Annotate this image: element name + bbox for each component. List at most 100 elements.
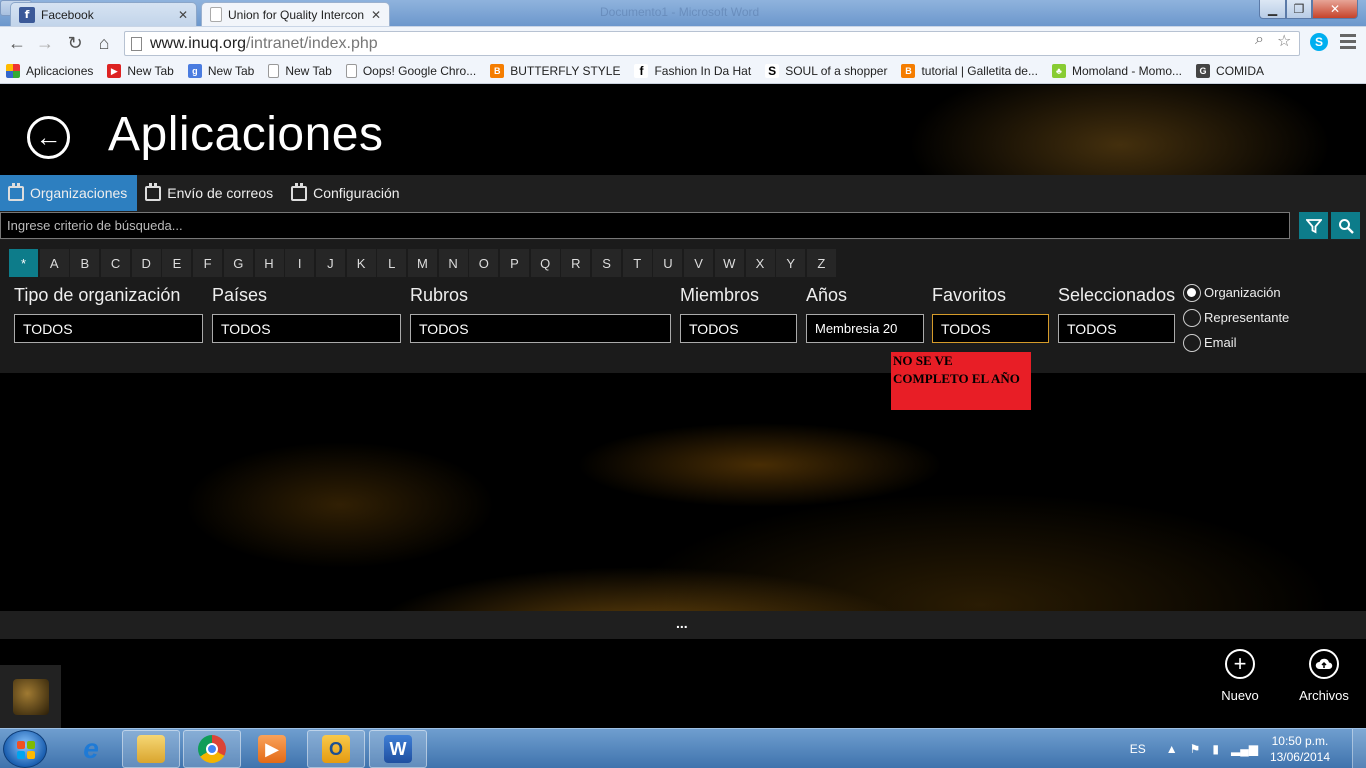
address-bar[interactable]: www.inuq.org /intranet/index.php <box>124 31 1300 56</box>
skype-icon[interactable]: S <box>1310 33 1328 51</box>
radio-representante[interactable]: Representante <box>1183 305 1289 330</box>
paises-select[interactable]: TODOS <box>212 314 401 343</box>
letter-a[interactable]: A <box>39 249 69 277</box>
letter-w[interactable]: W <box>714 249 744 277</box>
search-input[interactable] <box>0 212 1290 239</box>
favoritos-select[interactable]: TODOS <box>932 314 1049 343</box>
letter-g[interactable]: G <box>223 249 253 277</box>
bookmark-apps[interactable]: Aplicaciones <box>6 64 93 78</box>
letter-r[interactable]: R <box>561 249 591 277</box>
letter-m[interactable]: M <box>407 249 437 277</box>
letter-o[interactable]: O <box>469 249 499 277</box>
bookmark-item[interactable]: G COMIDA <box>1196 64 1264 78</box>
letter-j[interactable]: J <box>315 249 345 277</box>
show-desktop-button[interactable] <box>1352 729 1366 768</box>
bookmark-item[interactable]: B BUTTERFLY STYLE <box>490 64 620 78</box>
search-button[interactable] <box>1331 212 1360 239</box>
filter-button[interactable] <box>1299 212 1328 239</box>
plus-icon: + <box>1225 649 1255 679</box>
letter-s[interactable]: S <box>592 249 622 277</box>
rubros-select[interactable]: TODOS <box>410 314 671 343</box>
letter-f[interactable]: F <box>193 249 223 277</box>
letter-d[interactable]: D <box>131 249 161 277</box>
taskbar-word[interactable]: W <box>369 730 427 768</box>
reload-icon[interactable]: ↻ <box>64 32 86 54</box>
taskbar-media-player[interactable]: ▶ <box>243 730 301 768</box>
chrome-menu-icon[interactable] <box>1340 34 1356 52</box>
letter-e[interactable]: E <box>162 249 192 277</box>
power-icon[interactable]: ▮ <box>1212 742 1219 756</box>
taskbar-chrome[interactable] <box>183 730 241 768</box>
action-center-flag-icon[interactable]: ⚑ <box>1190 742 1201 756</box>
search-row <box>0 211 1366 240</box>
tab-envio-de-correos[interactable]: Envío de correos <box>137 175 283 211</box>
language-indicator[interactable]: ES <box>1130 742 1146 756</box>
page-icon <box>210 7 222 22</box>
letter-k[interactable]: K <box>346 249 376 277</box>
tipo-organizacion-select[interactable]: TODOS <box>14 314 203 343</box>
new-button[interactable]: + Nuevo <box>1205 649 1275 703</box>
bookmark-item[interactable]: ♣ Momoland - Momo... <box>1051 64 1182 78</box>
bookmark-item[interactable]: f Fashion In Da Hat <box>634 64 751 78</box>
close-tab-icon[interactable]: ✕ <box>178 8 188 22</box>
internet-explorer-icon: e <box>83 733 99 764</box>
files-button[interactable]: Archivos <box>1289 649 1359 703</box>
search-icon <box>1338 218 1354 234</box>
bookmark-item[interactable]: New Tab <box>268 64 332 78</box>
seleccionados-select[interactable]: TODOS <box>1058 314 1175 343</box>
tab-organizaciones[interactable]: Organizaciones <box>0 175 138 211</box>
page-icon <box>345 64 357 78</box>
bookmark-label: BUTTERFLY STYLE <box>510 64 621 78</box>
minimize-button[interactable]: ▁ <box>1259 0 1286 19</box>
bookmark-item[interactable]: B tutorial | Galletita de... <box>901 64 1038 78</box>
letter-z[interactable]: Z <box>806 249 836 277</box>
app-logo-tile[interactable] <box>0 665 61 728</box>
anios-select[interactable]: Membresia 20 <box>806 314 924 343</box>
red-annotation-note: NO SE VE COMPLETO EL AÑO <box>891 352 1031 410</box>
letter-x[interactable]: X <box>745 249 775 277</box>
letter-all[interactable]: * <box>9 249 38 277</box>
taskbar-internet-explorer[interactable]: e <box>62 730 120 768</box>
letter-u[interactable]: U <box>653 249 683 277</box>
letter-i[interactable]: I <box>285 249 315 277</box>
bookmark-item[interactable]: ▶ New Tab <box>107 64 174 78</box>
bookmark-item[interactable]: S SOUL of a shopper <box>765 64 887 78</box>
bookmark-item[interactable]: Oops! Google Chro... <box>345 64 476 78</box>
back-circle-icon[interactable]: ← <box>27 116 70 159</box>
letter-l[interactable]: L <box>377 249 407 277</box>
bookmark-star-icon[interactable]: ☆ <box>1277 31 1291 51</box>
appbar-handle[interactable]: ... <box>0 611 1366 639</box>
letter-v[interactable]: V <box>684 249 714 277</box>
letter-y[interactable]: Y <box>776 249 806 277</box>
letter-n[interactable]: N <box>438 249 468 277</box>
close-tab-icon[interactable]: ✕ <box>371 8 381 22</box>
network-signal-icon[interactable]: ▂▄▆ <box>1231 742 1258 756</box>
maximize-button[interactable]: ❐ <box>1286 0 1312 19</box>
taskbar-file-explorer[interactable] <box>122 730 180 768</box>
start-button[interactable] <box>3 730 47 768</box>
letter-b[interactable]: B <box>70 249 100 277</box>
browser-tab-facebook[interactable]: f Facebook ✕ <box>10 2 197 26</box>
radio-organizacion[interactable]: Organización <box>1183 280 1289 305</box>
letter-p[interactable]: P <box>500 249 529 277</box>
show-hidden-icons-icon[interactable]: ▲ <box>1166 742 1178 756</box>
clock[interactable]: 10:50 p.m. 13/06/2014 <box>1270 733 1330 765</box>
letter-h[interactable]: H <box>254 249 284 277</box>
letter-q[interactable]: Q <box>530 249 560 277</box>
home-icon[interactable]: ⌂ <box>93 32 115 54</box>
f-icon: f <box>634 64 649 78</box>
radio-email[interactable]: Email <box>1183 330 1289 355</box>
zoom-search-icon[interactable]: ⌕ <box>1255 31 1264 49</box>
forward-arrow-icon[interactable]: → <box>34 32 56 54</box>
tab-configuracion[interactable]: Configuración <box>283 175 409 211</box>
bookmark-label: New Tab <box>127 64 174 78</box>
miembros-select[interactable]: TODOS <box>680 314 797 343</box>
close-window-button[interactable]: ✕ <box>1312 0 1358 19</box>
bookmark-item[interactable]: g New Tab <box>187 64 254 78</box>
taskbar-outlook[interactable]: O <box>307 730 365 768</box>
letter-t[interactable]: T <box>622 249 652 277</box>
letter-c[interactable]: C <box>101 249 131 277</box>
back-arrow-icon[interactable]: ← <box>6 32 28 54</box>
more-ellipsis[interactable]: ... <box>676 615 688 631</box>
browser-tab-inuq[interactable]: Union for Quality Intercon ✕ <box>201 2 390 26</box>
